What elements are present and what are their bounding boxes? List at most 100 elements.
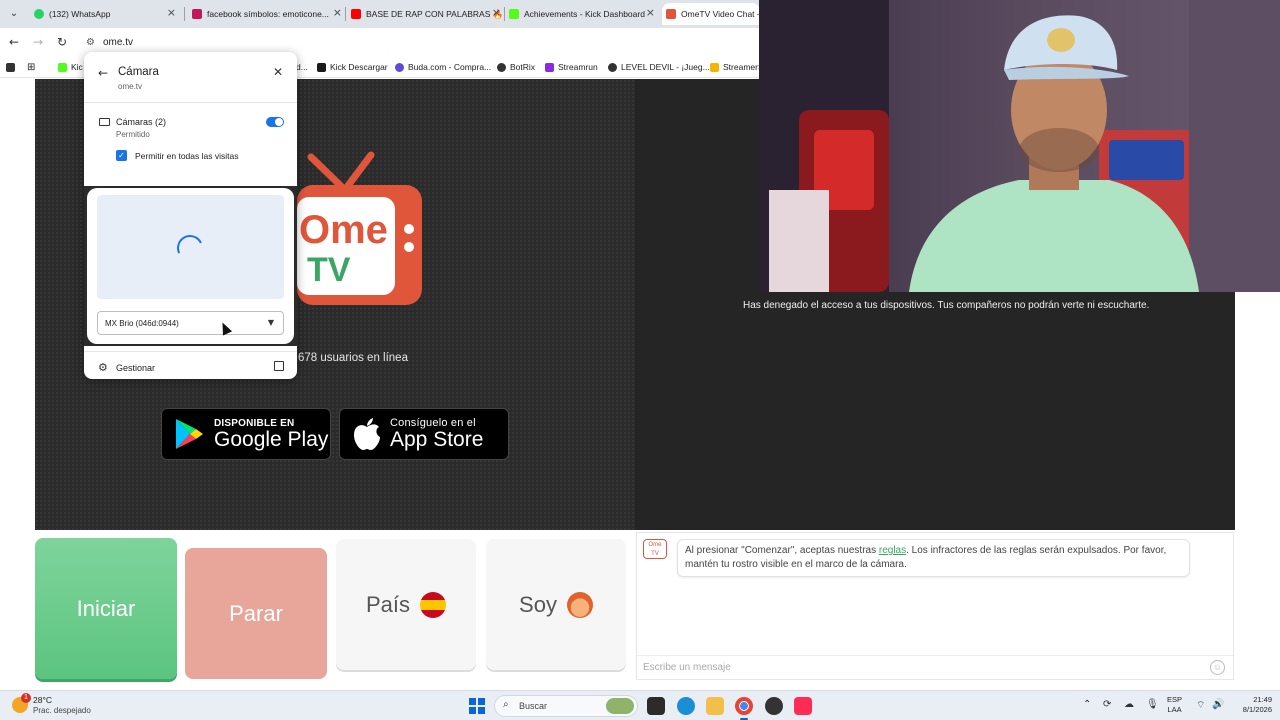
camera-toggle[interactable] [266, 117, 284, 127]
start-button[interactable]: Iniciar [35, 538, 177, 679]
taskbar-search[interactable]: ⌕ Buscar [494, 695, 638, 717]
sync-icon[interactable]: ⟳ [1103, 699, 1111, 710]
stop-button[interactable]: Parar [185, 548, 327, 679]
bookmark-kick[interactable]: Kic [58, 60, 83, 74]
app-store-badge[interactable]: Consíguelo en el App Store [339, 408, 509, 460]
url-text: ome.tv [102, 36, 133, 48]
site-icon [192, 9, 202, 19]
emoji-icon[interactable]: ☺ [1210, 660, 1225, 675]
search-label: Buscar [519, 701, 548, 711]
tab-youtube[interactable]: BASE DE RAP CON PALABRAS 🔥 × [347, 3, 505, 25]
sidebar-icon[interactable] [6, 60, 19, 74]
google-play-small-text: DISPONIBLE EN [214, 417, 295, 429]
tab-label: Achievements - Kick Dashboard [524, 9, 645, 19]
chat-input-placeholder: Escribe un mensaje [643, 662, 731, 673]
webcam-overlay [759, 0, 1280, 292]
close-icon[interactable]: × [333, 6, 342, 19]
manage-link[interactable]: Gestionar [116, 363, 155, 373]
file-explorer-icon[interactable] [706, 697, 724, 715]
obs-icon[interactable] [765, 697, 783, 715]
apps-icon[interactable]: ⊞ [27, 60, 35, 74]
google-play-big-text: Google Play [214, 427, 329, 451]
notification-badge: 1 [21, 693, 31, 703]
bookmark-streamers[interactable]: StreamerS [710, 60, 764, 74]
spain-flag-icon [420, 591, 447, 618]
ometv-logo: Ome TV [297, 151, 422, 305]
bookmark-kick-descargar[interactable]: Kick Descargar [317, 60, 388, 74]
close-icon[interactable]: × [167, 6, 176, 19]
rules-link[interactable]: reglas [879, 545, 906, 556]
tab-facebook-symbols[interactable]: facebook símbolos: emoticone... × [188, 3, 346, 25]
bookmark-buda[interactable]: Buda.com - Compra... [395, 60, 491, 74]
country-button[interactable]: País [336, 539, 476, 670]
chat-panel: Ome TV Al presionar "Comenzar", aceptas … [636, 532, 1234, 680]
tab-label: OmeTV Video Chat — [681, 9, 760, 19]
tab-label: facebook símbolos: emoticone... [207, 9, 329, 19]
site-settings-icon[interactable]: ⚙ [86, 37, 95, 48]
tab-strip: ⌄ (132) WhatsApp × facebook símbolos: em… [0, 0, 760, 28]
volume-icon[interactable]: 🔊 [1212, 699, 1224, 710]
cameras-label: Cámaras (2) [116, 117, 167, 127]
show-hidden-icons-icon[interactable]: ⌃ [1083, 699, 1091, 710]
whatsapp-icon [34, 9, 44, 19]
popup-site: ome.tv [118, 82, 143, 91]
apple-icon [354, 418, 380, 450]
tab-kick-dashboard[interactable]: Achievements - Kick Dashboard × [505, 3, 659, 25]
bookmark-level-devil[interactable]: LEVEL DEVIL - ¡Jueg... [608, 60, 710, 74]
back-icon[interactable]: ← [6, 34, 22, 50]
close-icon[interactable]: × [492, 6, 501, 19]
chat-input[interactable]: Escribe un mensaje ☺ [637, 655, 1233, 679]
allow-all-label: Permitir en todas las visitas [135, 151, 239, 161]
chat-message: Al presionar "Comenzar", aceptas nuestra… [677, 539, 1190, 577]
google-play-badge[interactable]: DISPONIBLE EN Google Play [161, 408, 331, 460]
close-icon[interactable]: ✕ [273, 65, 283, 79]
windows-start-icon[interactable] [469, 698, 485, 714]
camera-permission-popup: ← Cámara ome.tv ✕ Cámaras (2) Permitido … [84, 52, 297, 379]
network-icon[interactable]: ⌔ [1196, 699, 1205, 712]
allow-all-checkbox[interactable]: ✓ [116, 150, 127, 161]
youtube-icon [351, 9, 361, 19]
forward-icon[interactable]: → [30, 34, 46, 50]
stop-button-label: Parar [229, 600, 283, 626]
address-bar[interactable]: ⚙ ome.tv [82, 32, 752, 52]
close-icon[interactable]: × [646, 6, 655, 19]
tab-label: BASE DE RAP CON PALABRAS 🔥 [366, 8, 504, 19]
ometv-icon [666, 9, 676, 19]
webcam-person-image [759, 0, 1280, 292]
online-users-count: 678 usuarios en línea [298, 352, 408, 364]
search-highlight-image [606, 698, 634, 714]
popup-title: Cámara [118, 66, 159, 78]
tab-whatsapp[interactable]: (132) WhatsApp × [30, 3, 180, 25]
weather-description: Prac. despejado [33, 706, 91, 715]
bookmark-botrix[interactable]: BotRix [497, 60, 535, 74]
app-store-big-text: App Store [390, 428, 484, 451]
microphone-icon[interactable]: 🎙 [1146, 699, 1159, 710]
kick-icon [509, 9, 519, 19]
camera-device-select[interactable]: MX Brio (046d:0944) ▼ [97, 311, 284, 335]
edge-icon[interactable] [677, 697, 695, 715]
bookmark-item[interactable]: d... [296, 60, 308, 74]
bookmark-streamrun[interactable]: Streamrun [545, 60, 598, 74]
access-denied-message: Has denegado el acceso a tus dispositivo… [743, 300, 1150, 311]
back-arrow-icon[interactable]: ← [98, 66, 108, 80]
reload-icon[interactable]: ↻ [54, 34, 70, 50]
google-play-icon [176, 419, 203, 449]
dropdown-arrow-icon: ▼ [267, 318, 274, 327]
camera-device-value: MX Brio (046d:0944) [105, 319, 179, 328]
tab-label: (132) WhatsApp [49, 9, 111, 19]
search-icon: ⌕ [503, 699, 509, 710]
start-button-label: Iniciar [76, 595, 136, 621]
gender-button-label: Soy [519, 591, 557, 617]
cloud-icon[interactable]: ☁ [1124, 699, 1134, 710]
tab-ometv[interactable]: OmeTV Video Chat — [662, 3, 760, 25]
tiktok-icon[interactable] [794, 697, 812, 715]
cameras-status: Permitido [116, 130, 150, 139]
clock[interactable]: 21:49 8/1/2026 [1226, 695, 1272, 715]
ometv-avatar: Ome TV [643, 539, 667, 559]
chrome-icon[interactable] [735, 697, 753, 720]
tab-search-icon[interactable]: ⌄ [6, 6, 22, 22]
gender-button[interactable]: Soy [486, 539, 626, 670]
language-indicator[interactable]: ESP LAA [1167, 695, 1182, 715]
task-view-icon[interactable] [647, 697, 665, 715]
open-external-icon[interactable] [274, 361, 284, 371]
